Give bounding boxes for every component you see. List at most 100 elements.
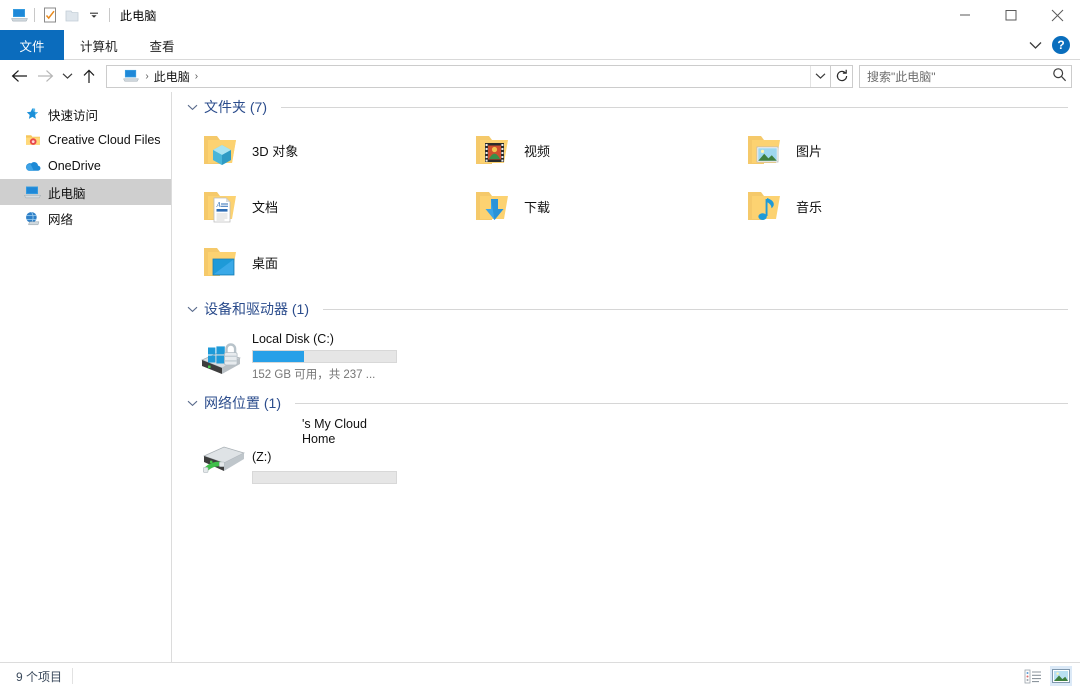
- folder-videos-icon: [470, 128, 518, 172]
- group-title: 网络位置 (1): [204, 395, 281, 411]
- list-item[interactable]: A 文档: [190, 178, 462, 234]
- item-label: 3D 对象: [252, 143, 299, 159]
- tab-computer[interactable]: 计算机: [64, 30, 134, 60]
- minimize-button[interactable]: [942, 0, 988, 30]
- chevron-down-icon[interactable]: [186, 400, 198, 407]
- this-pc-icon[interactable]: [8, 4, 30, 26]
- search-box[interactable]: 搜索"此电脑": [859, 64, 1072, 88]
- folder-documents-icon: A: [198, 184, 246, 228]
- details-view-button[interactable]: [1022, 666, 1044, 686]
- folder-pictures-icon: [742, 128, 790, 172]
- breadcrumb-separator-1[interactable]: ›: [142, 71, 151, 82]
- large-icons-view-button[interactable]: [1050, 666, 1072, 686]
- toolbar-divider-2: [109, 8, 110, 22]
- pin-star-icon: [24, 106, 41, 123]
- items-view[interactable]: 文件夹 (7) 3D 对象 视频 图片 A 文档 下载 音乐 桌面 设备和驱动器…: [172, 92, 1080, 662]
- sidebar-item-label: 网络: [48, 212, 74, 227]
- this-pc-icon[interactable]: [122, 68, 140, 84]
- sidebar-item-onedrive[interactable]: OneDrive: [0, 153, 171, 179]
- chevron-down-icon[interactable]: [186, 104, 198, 111]
- network-drive-tiles: 's My Cloud Home (Z:): [182, 416, 1080, 484]
- breadcrumb-item-this-pc[interactable]: 此电脑: [154, 68, 190, 85]
- recent-locations-button[interactable]: [58, 63, 76, 89]
- properties-icon[interactable]: [39, 4, 61, 26]
- sidebar-item-network[interactable]: 网络: [0, 205, 171, 231]
- folder-3d-objects-icon: [198, 128, 246, 172]
- explorer-body: 快速访问 Creative Cloud Files OneDrive 此电脑 网…: [0, 92, 1080, 662]
- chevron-down-icon[interactable]: [186, 306, 198, 313]
- list-item[interactable]: 音乐: [734, 178, 1006, 234]
- help-button[interactable]: ?: [1052, 36, 1070, 54]
- system-drive-bitlocker-icon: [198, 334, 248, 380]
- group-folders: 文件夹 (7) 3D 对象 视频 图片 A 文档 下载 音乐 桌面: [182, 94, 1080, 290]
- chevron-down-icon[interactable]: [1024, 34, 1046, 56]
- this-pc-icon: [24, 184, 41, 201]
- title-bar: 此电脑: [0, 0, 1080, 30]
- drive-info: 's My Cloud Home (Z:): [252, 417, 397, 484]
- ribbon-right-controls: ?: [1024, 30, 1076, 60]
- maximize-button[interactable]: [988, 0, 1034, 30]
- list-item[interactable]: 's My Cloud Home (Z:): [190, 417, 462, 484]
- forward-button[interactable]: [32, 63, 58, 89]
- address-dropdown-button[interactable]: [810, 65, 830, 87]
- file-explorer-window: 此电脑 文件 计算机 查看 ? › 此电脑 › 搜索"此电脑" 快速访问 Cre…: [0, 0, 1080, 689]
- svg-text:A: A: [216, 201, 222, 209]
- search-icon[interactable]: [1052, 67, 1067, 85]
- tab-file[interactable]: 文件: [0, 30, 64, 60]
- onedrive-cloud-icon: [24, 158, 41, 175]
- group-header-devices[interactable]: 设备和驱动器 (1): [182, 296, 1080, 322]
- navigation-pane: 快速访问 Creative Cloud Files OneDrive 此电脑 网…: [0, 92, 172, 662]
- breadcrumb-separator-2[interactable]: ›: [192, 71, 201, 82]
- group-rule: [281, 106, 1068, 108]
- item-label: 桌面: [252, 255, 279, 271]
- item-label: 视频: [524, 143, 551, 159]
- back-button[interactable]: [6, 63, 32, 89]
- sidebar-item-label: 此电脑: [48, 186, 86, 201]
- tab-view[interactable]: 查看: [134, 30, 191, 60]
- status-bar: 9 个项目: [0, 662, 1080, 689]
- list-item[interactable]: 下载: [462, 178, 734, 234]
- status-divider: [72, 668, 74, 684]
- item-count: 9 个项目: [16, 669, 63, 684]
- ribbon-tab-bar: 文件 计算机 查看 ?: [0, 30, 1080, 60]
- refresh-button[interactable]: [831, 64, 853, 88]
- network-icon: [24, 210, 41, 227]
- sidebar-item-creative-cloud-files[interactable]: Creative Cloud Files: [0, 127, 171, 153]
- creative-cloud-folder-icon: [24, 132, 41, 149]
- sidebar-item-label: OneDrive: [48, 159, 101, 173]
- close-button[interactable]: [1034, 0, 1080, 30]
- list-item[interactable]: 视频: [462, 122, 734, 178]
- up-button[interactable]: [76, 63, 102, 89]
- quick-access-toolbar: 此电脑: [0, 0, 157, 30]
- network-drive-icon: [198, 434, 248, 480]
- group-rule: [295, 402, 1068, 404]
- window-title: 此电脑: [120, 8, 157, 23]
- sidebar-item-this-pc[interactable]: 此电脑: [0, 179, 171, 205]
- item-label: 图片: [796, 143, 823, 159]
- list-item[interactable]: Local Disk (C:) 152 GB 可用，共 237 ...: [190, 326, 462, 388]
- breadcrumb-bar[interactable]: › › 此电脑 ›: [106, 64, 831, 88]
- new-folder-icon[interactable]: [61, 4, 83, 26]
- group-header-network[interactable]: 网络位置 (1): [182, 390, 1080, 416]
- view-mode-buttons: [1022, 666, 1072, 686]
- customize-dropdown-icon[interactable]: [83, 4, 105, 26]
- drive-name-line-1: 's My Cloud Home: [302, 416, 367, 446]
- breadcrumb: › › 此电脑 ›: [107, 68, 810, 85]
- drive-usage-bar: [252, 350, 397, 363]
- drive-tiles: Local Disk (C:) 152 GB 可用，共 237 ...: [182, 322, 1080, 388]
- search-input[interactable]: 搜索"此电脑": [867, 68, 1052, 85]
- list-item[interactable]: 3D 对象: [190, 122, 462, 178]
- folder-desktop-icon: [198, 240, 246, 284]
- group-header-folders[interactable]: 文件夹 (7): [182, 94, 1080, 120]
- sidebar-item-quick-access[interactable]: 快速访问: [0, 101, 171, 127]
- group-title: 文件夹 (7): [204, 99, 267, 115]
- list-item[interactable]: 桌面: [190, 234, 462, 290]
- group-title: 设备和驱动器 (1): [204, 301, 309, 317]
- window-controls: [942, 0, 1080, 30]
- list-item[interactable]: 图片: [734, 122, 1006, 178]
- drive-info: Local Disk (C:) 152 GB 可用，共 237 ...: [252, 332, 397, 382]
- drive-name-line-2: (Z:): [252, 449, 272, 464]
- item-label: 音乐: [796, 199, 823, 215]
- folder-downloads-icon: [470, 184, 518, 228]
- drive-usage-fill: [253, 351, 305, 362]
